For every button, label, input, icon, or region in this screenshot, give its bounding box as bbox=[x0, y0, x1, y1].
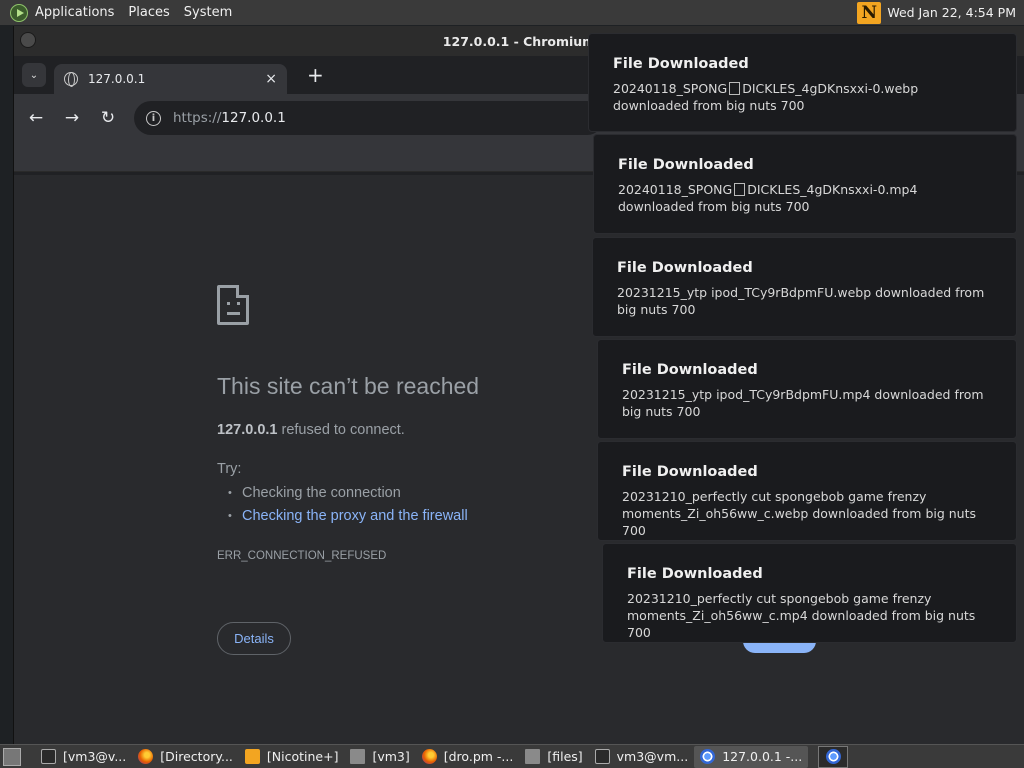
url-scheme: https:// bbox=[173, 110, 222, 126]
distro-logo-icon[interactable] bbox=[10, 3, 28, 22]
forward-button[interactable]: → bbox=[58, 108, 86, 128]
notification-title: File Downloaded bbox=[618, 157, 754, 173]
taskbar: [vm3@v... [Directory... [Nicotine+] [vm3… bbox=[0, 744, 1024, 768]
error-title: This site can’t be reached bbox=[217, 373, 480, 399]
show-desktop-icon[interactable] bbox=[3, 747, 21, 766]
firefox-icon bbox=[138, 749, 154, 764]
notification-body: 20231210_perfectly cut spongebob game fr… bbox=[622, 489, 977, 538]
notification-body: 20231215_ytp ipod_TCy9rBdpmFU.mp4 downlo… bbox=[622, 387, 984, 419]
taskbar-item-folder-vm3[interactable]: [vm3] bbox=[344, 746, 415, 768]
window-menu-button[interactable] bbox=[20, 32, 36, 48]
reload-button[interactable]: ↻ bbox=[94, 108, 122, 128]
error-message-suffix: refused to connect. bbox=[277, 422, 405, 438]
suggestion-list: Checking the connection Checking the pro… bbox=[228, 485, 468, 531]
chromium-icon bbox=[700, 749, 716, 764]
error-message: 127.0.0.1 refused to connect. bbox=[217, 422, 405, 438]
site-info-icon[interactable]: i bbox=[146, 110, 161, 126]
address-bar[interactable]: i https://127.0.0.1 bbox=[134, 101, 604, 135]
url-host: 127.0.0.1 bbox=[221, 110, 286, 126]
notification-body: 20231210_perfectly cut spongebob game fr… bbox=[627, 591, 976, 640]
taskbar-item-chromium[interactable]: 127.0.0.1 -... bbox=[694, 745, 809, 768]
taskbar-item-firefox-dropm[interactable]: [dro.pm -... bbox=[416, 746, 520, 768]
notification-title: File Downloaded bbox=[617, 260, 753, 276]
terminal-icon bbox=[594, 749, 610, 764]
error-code: ERR_CONNECTION_REFUSED bbox=[217, 550, 387, 562]
missing-glyph-icon bbox=[734, 183, 746, 196]
back-button[interactable]: ← bbox=[22, 108, 50, 128]
try-label: Try: bbox=[217, 461, 242, 477]
tab-title: 127.0.0.1 bbox=[88, 72, 146, 86]
notification[interactable]: File Downloaded 20231215_ytp ipod_TCy9rB… bbox=[592, 237, 1017, 337]
workspace-switcher[interactable] bbox=[818, 745, 849, 768]
notification-body: 20231215_ytp ipod_TCy9rBdpmFU.webp downl… bbox=[617, 285, 985, 317]
suggestion-connection: Checking the connection bbox=[228, 485, 468, 501]
tab-close-icon[interactable]: × bbox=[265, 71, 277, 87]
nicotine-tray-icon[interactable]: N bbox=[857, 1, 882, 24]
menu-applications[interactable]: Applications bbox=[35, 5, 114, 20]
error-host: 127.0.0.1 bbox=[217, 422, 278, 438]
notification[interactable]: File Downloaded 20231210_perfectly cut s… bbox=[602, 543, 1017, 643]
panel-tray: N Wed Jan 22, 4:54 PM bbox=[857, 0, 1016, 25]
notification[interactable]: File Downloaded 20231215_ytp ipod_TCy9rB… bbox=[597, 339, 1017, 439]
nicotine-icon bbox=[244, 749, 260, 764]
taskbar-item-terminal[interactable]: [vm3@v... bbox=[35, 746, 132, 768]
notification-title: File Downloaded bbox=[627, 566, 763, 582]
folder-icon bbox=[525, 749, 541, 764]
menu-places[interactable]: Places bbox=[128, 5, 169, 20]
new-tab-button[interactable]: + bbox=[307, 63, 324, 87]
taskbar-item-terminal-2[interactable]: vm3@vm... bbox=[589, 746, 695, 768]
suggestion-proxy-link[interactable]: Checking the proxy and the firewall bbox=[228, 508, 468, 524]
folder-icon bbox=[350, 749, 366, 764]
terminal-icon bbox=[41, 749, 56, 764]
taskbar-item-folder-files[interactable]: [files] bbox=[519, 746, 588, 768]
notification[interactable]: File Downloaded 20240118_SPONG DICKLES_4g… bbox=[588, 33, 1017, 132]
tab-127-0-0-1[interactable]: 127.0.0.1 × bbox=[54, 64, 287, 94]
missing-glyph-icon bbox=[729, 82, 741, 95]
notification-title: File Downloaded bbox=[613, 56, 749, 72]
clock[interactable]: Wed Jan 22, 4:54 PM bbox=[887, 5, 1016, 20]
window-title: 127.0.0.1 - Chromium bbox=[442, 33, 596, 49]
sad-page-icon bbox=[217, 285, 249, 325]
menu-system[interactable]: System bbox=[184, 5, 232, 20]
globe-icon bbox=[64, 72, 78, 87]
top-panel: Applications Places System N Wed Jan 22,… bbox=[0, 0, 1024, 25]
firefox-icon bbox=[421, 749, 437, 764]
chromium-icon bbox=[825, 749, 841, 764]
details-button[interactable]: Details bbox=[217, 622, 291, 655]
tab-search-button[interactable]: ⌄ bbox=[22, 63, 46, 87]
taskbar-item-firefox-directory[interactable]: [Directory... bbox=[132, 746, 239, 768]
notification[interactable]: File Downloaded 20231210_perfectly cut s… bbox=[597, 441, 1017, 541]
notification-body: 20240118_SPONG DICKLES_4gDKnsxxi-0.mp4 do… bbox=[618, 182, 918, 214]
notification-body: 20240118_SPONG DICKLES_4gDKnsxxi-0.webp d… bbox=[613, 81, 919, 113]
notification-title: File Downloaded bbox=[622, 362, 758, 378]
taskbar-item-nicotine[interactable]: [Nicotine+] bbox=[239, 746, 345, 768]
notification-title: File Downloaded bbox=[622, 464, 758, 480]
notification[interactable]: File Downloaded 20240118_SPONG DICKLES_4g… bbox=[593, 134, 1017, 234]
